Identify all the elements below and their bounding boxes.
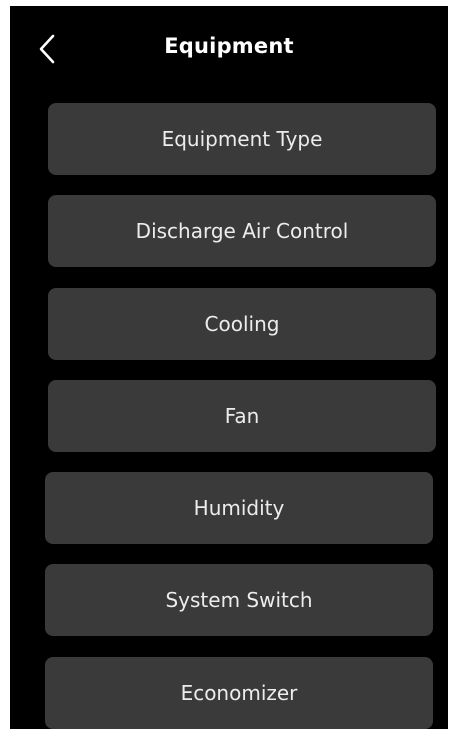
discharge-air-control-button[interactable]: Discharge Air Control (48, 195, 436, 267)
equipment-type-button[interactable]: Equipment Type (48, 103, 436, 175)
system-switch-button[interactable]: System Switch (45, 564, 433, 636)
equipment-menu-list: Equipment Type Discharge Air Control Coo… (10, 6, 448, 729)
humidity-button[interactable]: Humidity (45, 472, 433, 544)
economizer-button[interactable]: Economizer (45, 657, 433, 729)
equipment-screen: Equipment Equipment Type Discharge Air C… (10, 6, 448, 729)
cooling-button[interactable]: Cooling (48, 288, 436, 360)
fan-button[interactable]: Fan (48, 380, 436, 452)
